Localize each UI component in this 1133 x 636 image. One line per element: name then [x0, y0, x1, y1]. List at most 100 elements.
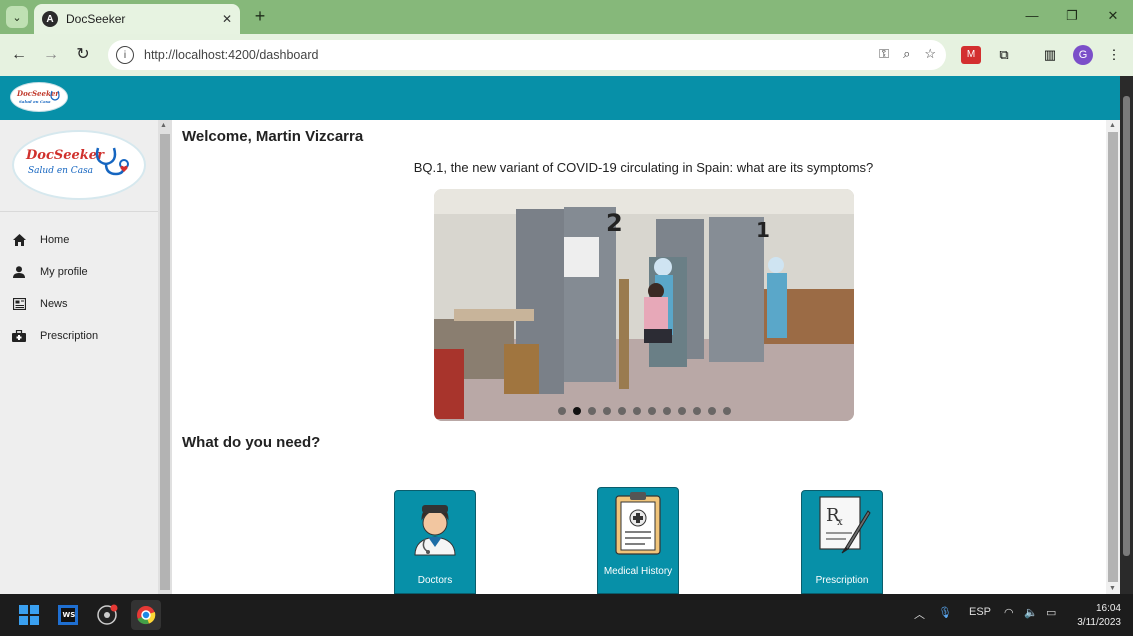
sidebar-item-label: Home	[40, 234, 70, 246]
extension-red-icon[interactable]: M	[961, 46, 981, 64]
wifi-icon[interactable]: ◠	[1004, 606, 1014, 619]
card-label: Medical History	[603, 566, 673, 577]
side-panel-icon[interactable]: ▥	[1040, 46, 1060, 64]
svg-text:1: 1	[756, 218, 770, 242]
clock-time: 16:04	[1095, 603, 1121, 614]
carousel-indicator-dot[interactable]	[692, 407, 701, 415]
sidebar-scroll-thumb[interactable]	[160, 134, 170, 590]
main-scrollbar[interactable]: ▲ ▼	[1106, 120, 1120, 594]
taskbar: WS ︿ 🎙 ESP ◠ 🔈 ▭ 16:04 3/11/2023	[0, 594, 1133, 636]
docseeker-logo-icon: DocSeeker Salud en Casa	[16, 89, 60, 104]
news-carousel[interactable]: 2 1	[434, 189, 854, 421]
address-bar[interactable]: i http://localhost:4200/dashboard ⚿ ⌕ ☆	[108, 40, 946, 70]
prescription-icon: R x	[819, 496, 871, 554]
sidebar-item-label: News	[40, 298, 68, 310]
show-hidden-icons-icon[interactable]: ︿	[914, 606, 925, 622]
svg-text:WS: WS	[63, 611, 76, 619]
carousel-indicator-dot[interactable]	[707, 407, 716, 415]
sidebar-scrollbar[interactable]: ▲	[158, 120, 172, 594]
carousel-indicator-dot[interactable]	[662, 407, 671, 415]
app-header: DocSeeker Salud en Casa	[0, 76, 1120, 120]
carousel-indicator-dot[interactable]	[602, 407, 611, 415]
sidebar-logo[interactable]: DocSeeker Salud en Casa	[12, 130, 146, 200]
close-tab-icon[interactable]: ✕	[222, 12, 232, 26]
browser-tab[interactable]: A DocSeeker ✕	[34, 4, 240, 34]
card-label: Prescription	[815, 575, 869, 586]
forward-button[interactable]: →	[40, 44, 62, 66]
main-scroll-thumb[interactable]	[1108, 132, 1118, 582]
sidebar-logo-area: DocSeeker Salud en Casa	[0, 120, 158, 212]
home-icon	[12, 233, 26, 247]
windows-start-icon[interactable]	[14, 600, 44, 630]
scroll-up-icon[interactable]: ▲	[160, 122, 167, 129]
bookmark-star-icon[interactable]: ☆	[924, 46, 936, 62]
welcome-heading: Welcome, Martin Vizcarra	[182, 128, 364, 145]
minimize-button[interactable]: —	[1022, 8, 1042, 23]
browser-tab-strip: ⌄ A DocSeeker ✕ + — ❐ ✕	[0, 0, 1133, 34]
news-icon	[12, 297, 26, 311]
carousel-indicators	[434, 407, 854, 415]
clipboard-icon	[615, 492, 661, 555]
profile-avatar[interactable]: G	[1073, 45, 1093, 65]
carousel-indicator-dot[interactable]	[677, 407, 686, 415]
clock-date: 3/11/2023	[1077, 617, 1121, 628]
new-tab-button[interactable]: +	[250, 6, 270, 26]
carousel-indicator-dot[interactable]	[557, 407, 566, 415]
system-clock[interactable]: 16:04 3/11/2023	[1077, 602, 1121, 630]
scroll-up-icon[interactable]: ▲	[1109, 122, 1116, 129]
carousel-indicator-dot[interactable]	[587, 407, 596, 415]
reload-button[interactable]: ↻	[72, 44, 94, 66]
scroll-down-icon[interactable]: ▼	[1109, 585, 1116, 592]
carousel-indicator-dot[interactable]	[647, 407, 656, 415]
logo-subtitle: Salud en Casa	[28, 166, 94, 176]
doctors-card[interactable]: Doctors	[394, 490, 476, 594]
main-content: Welcome, Martin Vizcarra BQ.1, the new v…	[172, 120, 1106, 594]
obs-icon[interactable]	[92, 600, 122, 630]
restore-button[interactable]: ❐	[1062, 8, 1082, 24]
url-text[interactable]: http://localhost:4200/dashboard	[144, 48, 318, 62]
sidebar: DocSeeker Salud en Casa Home My profile …	[0, 120, 158, 594]
svg-text:DocSeeker: DocSeeker	[16, 89, 60, 98]
browser-toolbar: ← → ↻ i http://localhost:4200/dashboard …	[0, 34, 1133, 76]
microphone-icon[interactable]: 🎙	[938, 606, 952, 619]
svg-text:Salud en Casa: Salud en Casa	[19, 99, 51, 104]
back-button[interactable]: ←	[8, 44, 30, 66]
sidebar-item-label: Prescription	[40, 330, 99, 342]
volume-icon[interactable]: 🔈	[1024, 606, 1038, 619]
webstorm-icon[interactable]: WS	[53, 600, 83, 630]
carousel-indicator-dot[interactable]	[572, 407, 581, 415]
briefcase-medical-icon	[12, 329, 26, 343]
tab-title: DocSeeker	[66, 12, 126, 26]
window-scroll-thumb[interactable]	[1123, 96, 1130, 556]
header-logo[interactable]: DocSeeker Salud en Casa	[10, 82, 68, 112]
svg-text:2: 2	[606, 209, 623, 237]
carousel-indicator-dot[interactable]	[722, 407, 731, 415]
language-indicator[interactable]: ESP	[969, 606, 991, 618]
sidebar-item-my-profile[interactable]: My profile	[0, 258, 158, 286]
news-title[interactable]: BQ.1, the new variant of COVID-19 circul…	[172, 160, 1115, 175]
close-window-button[interactable]: ✕	[1103, 8, 1123, 24]
medical-history-card[interactable]: Medical History	[597, 487, 679, 594]
svg-text:x: x	[837, 517, 843, 528]
sidebar-item-prescription[interactable]: Prescription	[0, 322, 158, 350]
zoom-icon[interactable]: ⌕	[903, 46, 910, 62]
carousel-indicator-dot[interactable]	[632, 407, 641, 415]
battery-icon[interactable]: ▭	[1046, 606, 1056, 619]
window-scrollbar[interactable]	[1120, 76, 1133, 594]
browser-menu-icon[interactable]: ⋮	[1104, 46, 1124, 64]
doctor-icon	[414, 505, 456, 556]
person-icon	[12, 265, 26, 279]
stethoscope-icon	[95, 147, 129, 176]
key-icon[interactable]: ⚿	[879, 46, 889, 62]
angular-favicon-icon: A	[42, 11, 58, 27]
sidebar-item-home[interactable]: Home	[0, 226, 158, 254]
sidebar-item-news[interactable]: News	[0, 290, 158, 318]
tab-search-button[interactable]: ⌄	[6, 6, 28, 28]
prescription-card[interactable]: R x Prescription	[801, 490, 883, 594]
carousel-indicator-dot[interactable]	[617, 407, 626, 415]
chrome-icon[interactable]	[131, 600, 161, 630]
extensions-puzzle-icon[interactable]: ⧉	[994, 46, 1014, 64]
services-heading: What do you need?	[182, 434, 321, 451]
site-info-icon[interactable]: i	[116, 46, 134, 64]
sidebar-item-label: My profile	[40, 266, 88, 278]
